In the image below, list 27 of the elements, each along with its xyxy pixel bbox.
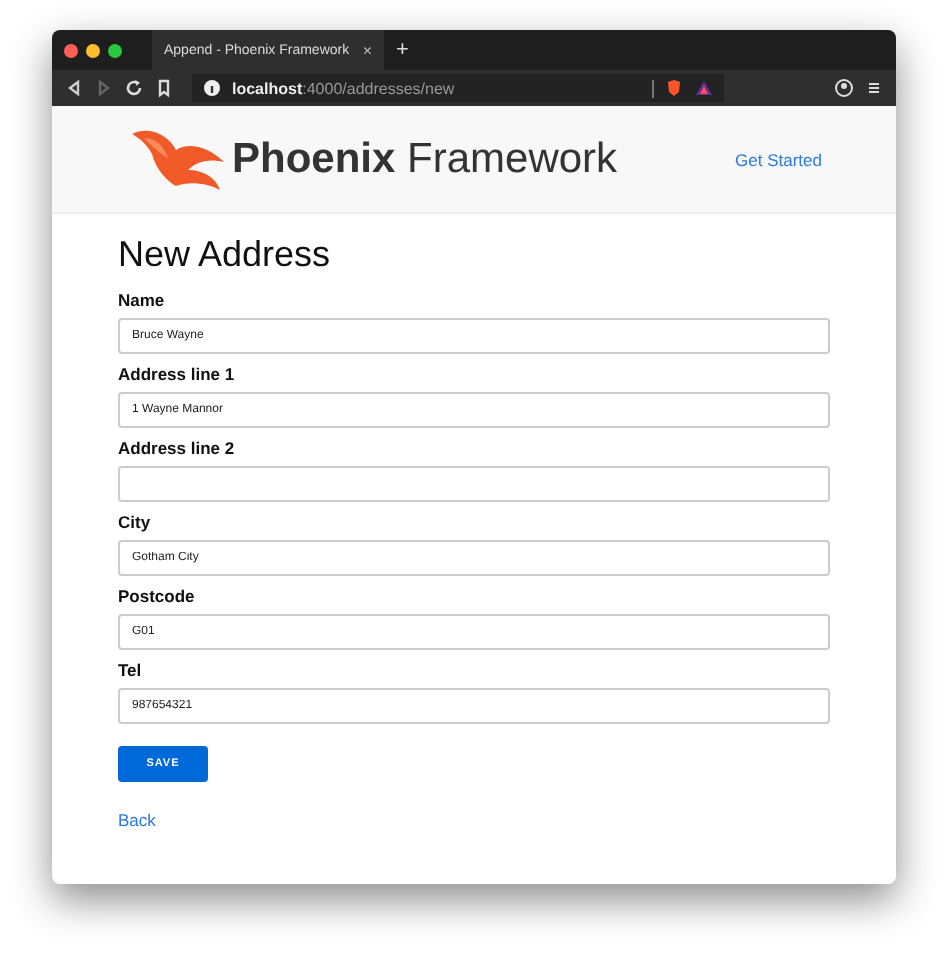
input-field[interactable] xyxy=(118,466,830,502)
field-label: Tel xyxy=(118,660,144,680)
new-tab-button[interactable]: + xyxy=(396,38,409,62)
close-tab-button[interactable]: × xyxy=(362,41,372,59)
field-label: Postcode xyxy=(118,586,197,606)
field-label: Address line 1 xyxy=(118,364,237,384)
address-bar[interactable]: localhost:4000/addresses/new xyxy=(192,74,724,102)
maximize-window-button[interactable] xyxy=(108,43,122,57)
profile-icon[interactable] xyxy=(834,78,854,98)
reload-icon[interactable] xyxy=(124,78,144,98)
brand-name: Phoenix Framework xyxy=(232,135,618,183)
menu-icon[interactable] xyxy=(864,78,884,98)
phoenix-logo-icon xyxy=(128,125,228,193)
field-label: Name xyxy=(118,290,167,310)
triangle-icon[interactable] xyxy=(694,78,714,98)
back-icon[interactable] xyxy=(64,78,84,98)
shield-icon[interactable] xyxy=(664,78,684,98)
field-label: City xyxy=(118,512,153,532)
bookmark-icon[interactable] xyxy=(154,78,174,98)
url-text: localhost:4000/addresses/new xyxy=(232,79,457,97)
info-icon xyxy=(202,78,222,98)
get-started-link[interactable]: Get Started xyxy=(735,149,822,169)
field-label: Address line 2 xyxy=(118,438,237,458)
close-window-button[interactable] xyxy=(64,43,78,57)
page-title: New Address xyxy=(118,234,333,276)
minimize-window-button[interactable] xyxy=(86,43,100,57)
back-link[interactable]: Back xyxy=(118,810,156,830)
